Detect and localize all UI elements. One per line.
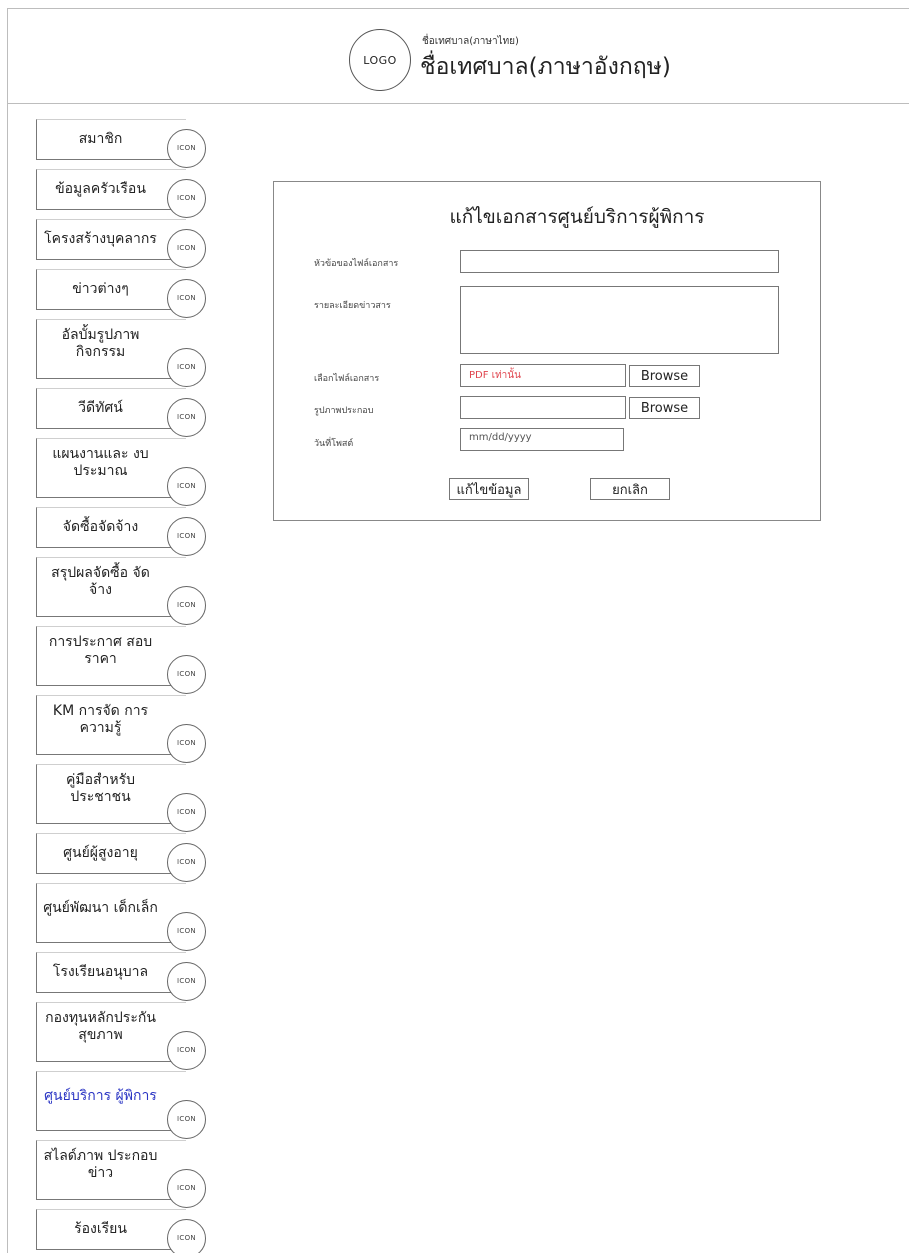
menu-icon[interactable]: ICON xyxy=(167,348,206,387)
sidebar-item-label: ข่าวต่างๆ xyxy=(72,281,129,297)
sidebar-item[interactable]: คู่มือสำหรับ ประชาชน ICON xyxy=(36,764,206,832)
sidebar-item[interactable]: ศูนย์บริการ ผู้พิการ ICON xyxy=(36,1071,206,1139)
sidebar-item[interactable]: กองทุนหลักประกัน สุขภาพ ICON xyxy=(36,1002,206,1070)
site-subtitle: ชื่อเทศบาล(ภาษาไทย) xyxy=(422,36,519,47)
sidebar-item[interactable]: วีดีทัศน์ ICON xyxy=(36,388,206,437)
doc-title-input[interactable] xyxy=(460,250,779,273)
sidebar-item-label: ศูนย์ผู้สูงอายุ xyxy=(63,845,138,861)
sidebar-item-label: จัดซื้อจัดจ้าง xyxy=(62,519,139,535)
menu-icon[interactable]: ICON xyxy=(167,398,206,437)
sidebar-item-label: อัลบั้มรูปภาพ กิจกรรม xyxy=(61,327,140,360)
post-date-input[interactable]: mm/dd/yyyy xyxy=(460,428,624,451)
file-label: เลือกไฟล์เอกสาร xyxy=(314,374,380,384)
image-label: รูปภาพประกอบ xyxy=(314,406,374,416)
sidebar-item-label: โรงเรียนอนุบาล xyxy=(52,964,149,980)
sidebar-item-label: วีดีทัศน์ xyxy=(78,400,123,416)
date-label: วันที่โพสต์ xyxy=(314,439,354,449)
sidebar-item-label: สมาชิก xyxy=(78,131,123,147)
sidebar-item-label: สไลด์ภาพ ประกอบข่าว xyxy=(43,1148,158,1181)
cancel-button[interactable]: ยกเลิก xyxy=(590,478,670,500)
menu-icon[interactable]: ICON xyxy=(167,912,206,951)
sidebar-item[interactable]: การประกาศ สอบราคา ICON xyxy=(36,626,206,694)
sidebar-item[interactable]: สไลด์ภาพ ประกอบข่าว ICON xyxy=(36,1140,206,1208)
detail-textarea[interactable] xyxy=(460,286,779,354)
menu-icon[interactable]: ICON xyxy=(167,1169,206,1208)
sidebar-item-label: โครงสร้างบุคลากร xyxy=(44,231,157,247)
menu-icon[interactable]: ICON xyxy=(167,279,206,318)
menu-icon[interactable]: ICON xyxy=(167,179,206,218)
sidebar-item-label: ศูนย์บริการ ผู้พิการ xyxy=(44,1087,157,1104)
detail-label: รายละเอียดข่าวสาร xyxy=(314,301,391,311)
menu-icon[interactable]: ICON xyxy=(167,1219,206,1253)
sidebar-item[interactable]: ร้องเรียน ICON xyxy=(36,1209,206,1253)
sidebar-item[interactable]: ศูนย์พัฒนา เด็กเล็ก ICON xyxy=(36,883,206,951)
browse-image-button[interactable]: Browse xyxy=(629,397,700,419)
form-title: แก้ไขเอกสารศูนย์บริการผู้พิการ xyxy=(449,206,705,228)
sidebar-item-label: กองทุนหลักประกัน สุขภาพ xyxy=(45,1010,156,1043)
sidebar-item-label: แผนงานและ งบประมาณ xyxy=(52,446,149,479)
menu-icon[interactable]: ICON xyxy=(167,229,206,268)
menu-icon[interactable]: ICON xyxy=(167,1100,206,1139)
sidebar-item-label: ข้อมูลครัวเรือน xyxy=(55,181,146,197)
doc-title-label: หัวข้อของไฟล์เอกสาร xyxy=(314,259,399,269)
logo[interactable]: LOGO xyxy=(349,29,411,91)
sidebar-item-label: สรุปผลจัดซื้อ จัดจ้าง xyxy=(51,565,150,598)
sidebar-item[interactable]: ข้อมูลครัวเรือน ICON xyxy=(36,169,206,218)
sidebar-item-label: KM การจัด การความรู้ xyxy=(52,703,149,736)
sidebar-item[interactable]: สรุปผลจัดซื้อ จัดจ้าง ICON xyxy=(36,557,206,625)
sidebar-item[interactable]: ศูนย์ผู้สูงอายุ ICON xyxy=(36,833,206,882)
sidebar-item[interactable]: จัดซื้อจัดจ้าง ICON xyxy=(36,507,206,556)
menu-icon[interactable]: ICON xyxy=(167,586,206,625)
menu-icon[interactable]: ICON xyxy=(167,1031,206,1070)
menu-icon[interactable]: ICON xyxy=(167,962,206,1001)
menu-icon[interactable]: ICON xyxy=(167,793,206,832)
menu-icon[interactable]: ICON xyxy=(167,843,206,882)
sidebar-item-label: ร้องเรียน xyxy=(74,1221,127,1237)
image-input[interactable] xyxy=(460,396,626,419)
sidebar-item[interactable]: โรงเรียนอนุบาล ICON xyxy=(36,952,206,1001)
menu-icon[interactable]: ICON xyxy=(167,129,206,168)
sidebar-item[interactable]: ข่าวต่างๆ ICON xyxy=(36,269,206,318)
edit-document-panel: แก้ไขเอกสารศูนย์บริการผู้พิการ หัวข้อของ… xyxy=(273,181,821,521)
browse-file-button[interactable]: Browse xyxy=(629,365,700,387)
sidebar-item-label: การประกาศ สอบราคา xyxy=(48,634,153,667)
sidebar-item[interactable]: สมาชิก ICON xyxy=(36,119,206,168)
sidebar-item[interactable]: อัลบั้มรูปภาพ กิจกรรม ICON xyxy=(36,319,206,387)
menu-icon[interactable]: ICON xyxy=(167,724,206,763)
site-header: LOGO ชื่อเทศบาล(ภาษาไทย) ชื่อเทศบาล(ภาษา… xyxy=(7,9,909,104)
sidebar-menu: สมาชิก ICON ข้อมูลครัวเรือน ICON โครงสร้างบุ… xyxy=(36,119,206,1253)
file-input[interactable]: PDF เท่านั้น xyxy=(460,364,626,387)
sidebar-item[interactable]: โครงสร้างบุคลากร ICON xyxy=(36,219,206,268)
menu-icon[interactable]: ICON xyxy=(167,517,206,556)
site-title: ชื่อเทศบาล(ภาษาอังกฤษ) xyxy=(420,54,671,80)
sidebar-item[interactable]: แผนงานและ งบประมาณ ICON xyxy=(36,438,206,506)
sidebar-item-label: ศูนย์พัฒนา เด็กเล็ก xyxy=(43,899,158,916)
menu-icon[interactable]: ICON xyxy=(167,467,206,506)
menu-icon[interactable]: ICON xyxy=(167,655,206,694)
save-button[interactable]: แก้ไขข้อมูล xyxy=(449,478,529,500)
sidebar-item[interactable]: KM การจัด การความรู้ ICON xyxy=(36,695,206,763)
page-frame-left xyxy=(7,8,8,1253)
sidebar-item-label: คู่มือสำหรับ ประชาชน xyxy=(65,772,136,805)
